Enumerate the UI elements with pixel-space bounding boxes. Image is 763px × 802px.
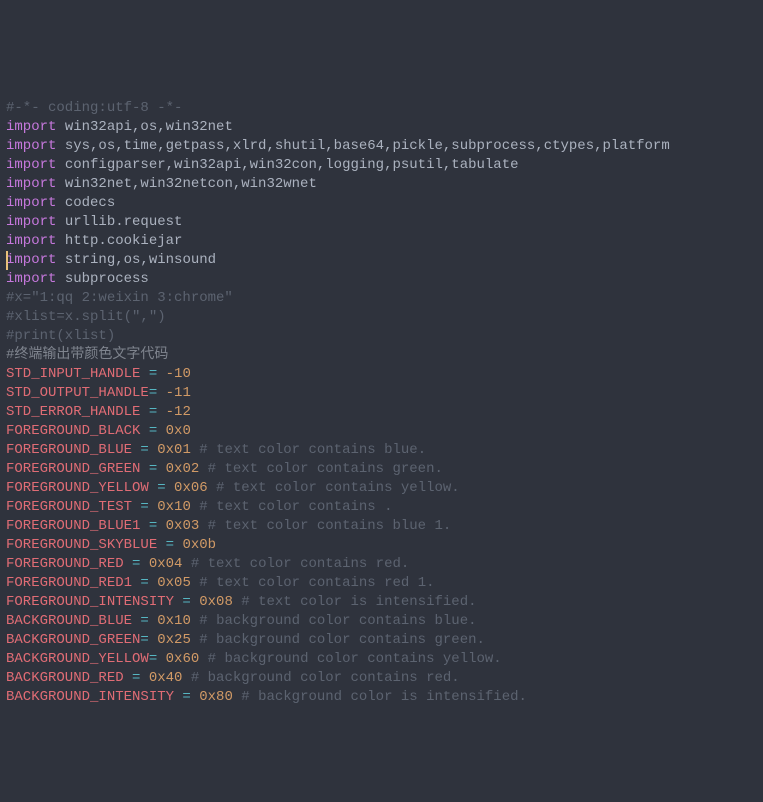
keyword-import: import <box>6 176 56 192</box>
number-literal: 0x06 <box>174 480 208 496</box>
number-literal: 0x25 <box>157 632 191 648</box>
number-literal: -12 <box>166 404 191 420</box>
constant-name: FOREGROUND_BLACK <box>6 423 140 439</box>
constant-name: BACKGROUND_BLUE <box>6 613 132 629</box>
keyword-import: import <box>6 119 56 135</box>
comment-text: # text color contains yellow. <box>208 480 460 496</box>
operator: = <box>132 499 157 515</box>
number-literal: 0x60 <box>166 651 200 667</box>
modules: sys,os,time,getpass,xlrd,shutil,base64,p… <box>56 138 669 154</box>
constant-name: STD_OUTPUT_HANDLE <box>6 385 149 401</box>
text-cursor <box>6 251 8 270</box>
keyword-import: import <box>6 271 56 287</box>
number-literal: -11 <box>166 385 191 401</box>
modules: codecs <box>56 195 115 211</box>
number-literal: 0x10 <box>157 613 191 629</box>
constant-name: STD_INPUT_HANDLE <box>6 366 140 382</box>
operator: = <box>140 404 165 420</box>
modules: configparser,win32api,win32con,logging,p… <box>56 157 518 173</box>
operator: = <box>140 461 165 477</box>
constant-name: BACKGROUND_GREEN <box>6 632 140 648</box>
operator: = <box>132 442 157 458</box>
constant-name: FOREGROUND_BLUE <box>6 442 132 458</box>
constant-name: BACKGROUND_RED <box>6 670 124 686</box>
number-literal: 0x0b <box>182 537 216 553</box>
comment-text: # background color contains blue. <box>191 613 477 629</box>
operator: = <box>124 670 149 686</box>
comment-line: #x="1:qq 2:weixin 3:chrome" <box>6 290 233 306</box>
operator: = <box>140 366 165 382</box>
number-literal: 0x80 <box>199 689 233 705</box>
constant-name: FOREGROUND_YELLOW <box>6 480 149 496</box>
number-literal: 0x03 <box>166 518 200 534</box>
number-literal: 0x05 <box>157 575 191 591</box>
modules: http.cookiejar <box>56 233 182 249</box>
constant-name: FOREGROUND_BLUE1 <box>6 518 140 534</box>
code-editor[interactable]: #-*- coding:utf-8 -*- import win32api,os,… <box>6 99 757 707</box>
constant-name: FOREGROUND_SKYBLUE <box>6 537 157 553</box>
comment-text: # text color contains . <box>191 499 393 515</box>
constant-name: FOREGROUND_RED <box>6 556 124 572</box>
modules: subprocess <box>56 271 148 287</box>
number-literal: -10 <box>166 366 191 382</box>
comment-text: # text color contains red 1. <box>191 575 435 591</box>
modules: string,os,winsound <box>56 252 216 268</box>
number-literal: 0x01 <box>157 442 191 458</box>
keyword-import: import <box>6 252 56 268</box>
comment-text: # text color contains blue. <box>191 442 426 458</box>
comment-text: # background color contains red. <box>182 670 459 686</box>
constant-name: FOREGROUND_GREEN <box>6 461 140 477</box>
operator: = <box>149 651 166 667</box>
keyword-import: import <box>6 157 56 173</box>
operator: = <box>149 480 174 496</box>
constant-name: FOREGROUND_INTENSITY <box>6 594 174 610</box>
modules: urllib.request <box>56 214 182 230</box>
operator: = <box>140 518 165 534</box>
comment-text: # background color is intensified. <box>233 689 527 705</box>
operator: = <box>140 632 157 648</box>
constant-name: FOREGROUND_TEST <box>6 499 132 515</box>
modules: win32net,win32netcon,win32wnet <box>56 176 316 192</box>
operator: = <box>157 537 182 553</box>
comment-text: # background color contains yellow. <box>199 651 501 667</box>
number-literal: 0x0 <box>166 423 191 439</box>
comment-line: #print(xlist) <box>6 328 115 344</box>
comment-line: #终端输出带颜色文字代码 <box>6 347 168 363</box>
operator: = <box>132 575 157 591</box>
operator: = <box>140 423 165 439</box>
constant-name: BACKGROUND_INTENSITY <box>6 689 174 705</box>
number-literal: 0x08 <box>199 594 233 610</box>
constant-name: BACKGROUND_YELLOW <box>6 651 149 667</box>
comment-text: # text color contains blue 1. <box>199 518 451 534</box>
operator: = <box>124 556 149 572</box>
constant-name: FOREGROUND_RED1 <box>6 575 132 591</box>
comment-text: # text color is intensified. <box>233 594 477 610</box>
keyword-import: import <box>6 138 56 154</box>
operator: = <box>174 689 199 705</box>
comment-line: #xlist=x.split(",") <box>6 309 166 325</box>
constant-name: STD_ERROR_HANDLE <box>6 404 140 420</box>
operator: = <box>149 385 166 401</box>
comment-text: # text color contains red. <box>182 556 409 572</box>
comment-text: # background color contains green. <box>191 632 485 648</box>
number-literal: 0x04 <box>149 556 183 572</box>
comment-line: #-*- coding:utf-8 -*- <box>6 100 182 116</box>
modules: win32api,os,win32net <box>56 119 232 135</box>
keyword-import: import <box>6 195 56 211</box>
number-literal: 0x40 <box>149 670 183 686</box>
number-literal: 0x02 <box>166 461 200 477</box>
number-literal: 0x10 <box>157 499 191 515</box>
keyword-import: import <box>6 233 56 249</box>
comment-text: # text color contains green. <box>199 461 443 477</box>
operator: = <box>174 594 199 610</box>
operator: = <box>132 613 157 629</box>
keyword-import: import <box>6 214 56 230</box>
